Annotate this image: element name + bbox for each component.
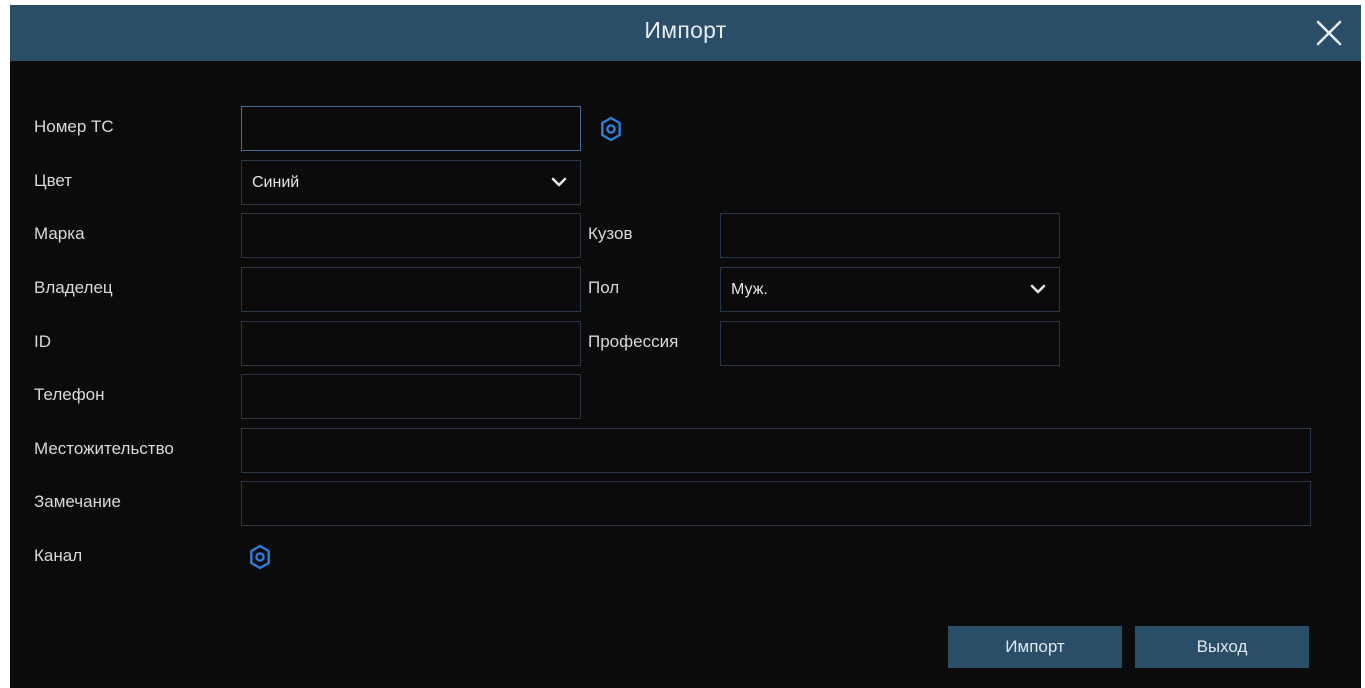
- body-input[interactable]: [720, 213, 1060, 258]
- id-input[interactable]: [241, 321, 581, 366]
- owner-input[interactable]: [241, 267, 581, 312]
- gear-icon[interactable]: [597, 115, 625, 143]
- owner-label: Владелец: [34, 278, 113, 297]
- import-button[interactable]: Импорт: [948, 626, 1122, 668]
- brand-label: Марка: [34, 224, 85, 243]
- gender-label: Пол: [588, 278, 620, 297]
- note-label: Замечание: [34, 492, 121, 511]
- channel-label: Канал: [34, 546, 83, 565]
- address-label: Местожительство: [34, 439, 174, 458]
- phone-label: Телефон: [34, 385, 105, 404]
- gender-select[interactable]: Муж.: [720, 267, 1060, 312]
- gear-icon[interactable]: [246, 543, 274, 571]
- dialog-title: Импорт: [644, 17, 727, 43]
- close-icon[interactable]: [1311, 15, 1347, 51]
- note-input[interactable]: [241, 481, 1311, 526]
- gender-select-value: Муж.: [731, 281, 768, 298]
- brand-input[interactable]: [241, 213, 581, 258]
- chevron-down-icon: [1030, 284, 1046, 294]
- body-label: Кузов: [588, 224, 633, 243]
- profession-input[interactable]: [720, 321, 1060, 366]
- color-label: Цвет: [34, 171, 73, 190]
- plate-label: Номер ТС: [34, 117, 114, 136]
- profession-label: Профессия: [588, 332, 679, 351]
- plate-input[interactable]: [241, 106, 581, 151]
- color-select[interactable]: Синий: [241, 160, 581, 205]
- phone-input[interactable]: [241, 374, 581, 419]
- import-dialog: Импорт Номер ТС Цвет Синий Марка Кузов В…: [10, 5, 1361, 688]
- exit-button[interactable]: Выход: [1135, 626, 1309, 668]
- chevron-down-icon: [551, 177, 567, 187]
- color-select-value: Синий: [252, 174, 300, 191]
- title-bar: Импорт: [10, 5, 1361, 61]
- id-label: ID: [34, 332, 51, 351]
- address-input[interactable]: [241, 428, 1311, 473]
